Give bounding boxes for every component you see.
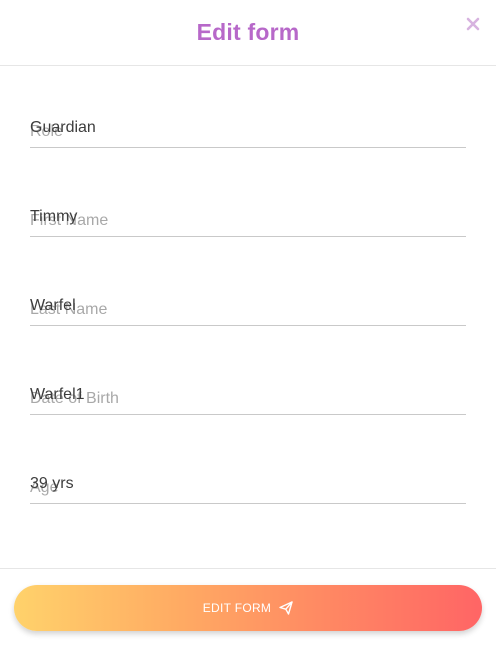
date-of-birth-field[interactable]: Date of Birth Warfel1 [30, 386, 466, 446]
first-name-field[interactable]: First Name Timmy [30, 208, 466, 268]
date-of-birth-underline [30, 414, 466, 415]
role-underline [30, 147, 466, 148]
role-value[interactable]: Guardian [30, 119, 96, 137]
date-of-birth-value[interactable]: Warfel1 [30, 386, 85, 404]
role-field[interactable]: Role Guardian [30, 119, 466, 179]
close-button[interactable] [462, 13, 484, 35]
edit-form-modal: Edit form Role Guardian First Name Timmy… [0, 0, 496, 645]
age-underline [30, 503, 466, 504]
last-name-field[interactable]: Last Name Warfel [30, 297, 466, 357]
age-value[interactable]: 39 yrs [30, 475, 74, 493]
edit-form-submit-button[interactable]: EDIT FORM [14, 585, 482, 631]
paper-plane-icon [279, 601, 293, 615]
submit-button-label: EDIT FORM [202, 601, 272, 615]
first-name-underline [30, 236, 466, 237]
modal-header: Edit form [0, 0, 496, 66]
last-name-value[interactable]: Warfel [30, 297, 76, 315]
last-name-underline [30, 325, 466, 326]
first-name-value[interactable]: Timmy [30, 208, 77, 226]
close-icon [462, 13, 484, 35]
age-field[interactable]: Age 39 yrs [30, 475, 466, 535]
modal-title: Edit form [196, 19, 300, 45]
